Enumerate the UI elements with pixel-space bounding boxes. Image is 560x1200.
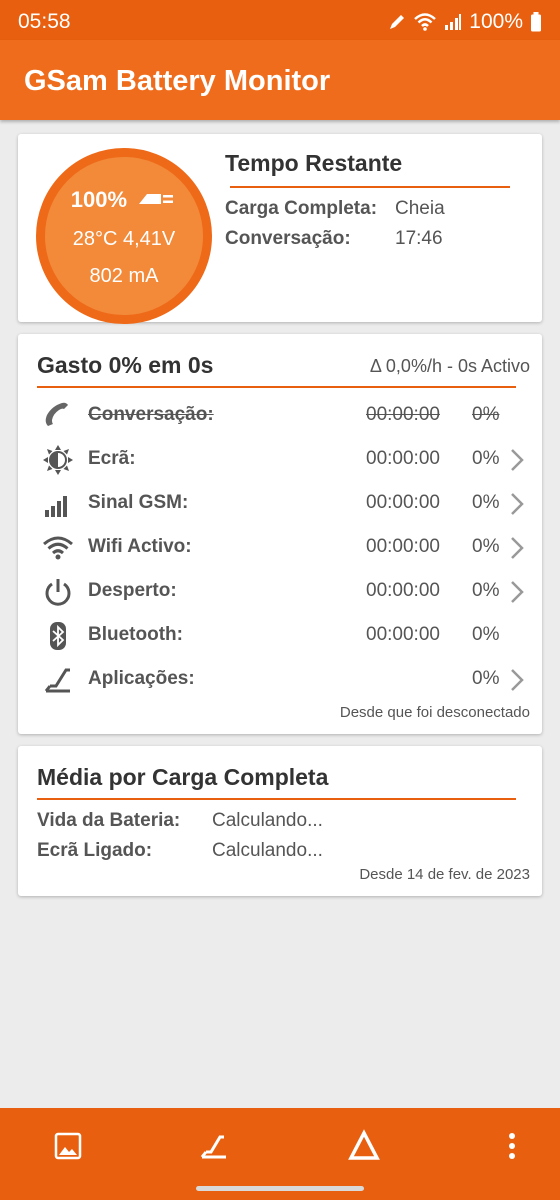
bluetooth-icon: [50, 622, 66, 650]
usage-row-label: Wifi Activo:: [88, 536, 192, 557]
average-footer: Desde 14 de fev. de 2023: [359, 866, 530, 883]
wifi-icon: [43, 536, 73, 560]
delta-icon[interactable]: [344, 1126, 384, 1166]
usage-title: Gasto 0% em 0s: [37, 352, 214, 378]
app-bar: GSam Battery Monitor: [0, 40, 560, 120]
cell-signal-icon: [445, 14, 462, 30]
usage-row-percent: 0%: [472, 668, 500, 689]
power-icon: [45, 579, 71, 606]
usage-row-awake[interactable]: Desperto: 00:00:00 0%: [18, 570, 542, 614]
usage-footer: Desde que foi desconectado: [339, 704, 530, 721]
battery-life-value: Calculando...: [212, 810, 323, 831]
chevron-right-icon[interactable]: [510, 536, 524, 560]
usage-row-time: 00:00:00: [366, 624, 440, 645]
usage-row-percent: 0%: [472, 580, 500, 601]
usage-row-time: 00:00:00: [366, 580, 440, 601]
usage-row-label: Bluetooth:: [88, 624, 183, 645]
plug-icon: [139, 194, 174, 204]
screen-on-label: Ecrã Ligado:: [37, 840, 153, 861]
time-remaining-heading: Tempo Restante: [225, 150, 403, 176]
usage-row-time: 00:00:00: [366, 448, 440, 469]
signal-bars-icon: [45, 496, 67, 517]
gesture-handle[interactable]: [196, 1186, 364, 1191]
talk-time-label: Conversação:: [225, 228, 351, 249]
wifi-status-icon: [414, 13, 437, 31]
usage-row-percent: 0%: [472, 492, 500, 513]
usage-row-time: 00:00:00: [366, 492, 440, 513]
usage-row-label: Aplicações:: [88, 668, 195, 689]
image-icon[interactable]: [48, 1126, 88, 1166]
usage-row-gsm[interactable]: Sinal GSM: 00:00:00 0%: [18, 482, 542, 526]
battery-icon: [531, 12, 541, 32]
usage-row-percent: 0%: [472, 448, 500, 469]
battery-current: 802 mA: [89, 265, 159, 287]
chevron-right-icon[interactable]: [510, 580, 524, 604]
status-icons: 100%: [388, 10, 542, 34]
usage-row-label: Conversação:: [88, 404, 214, 425]
usage-row-label: Ecrã:: [88, 448, 136, 469]
status-time: 05:58: [18, 10, 71, 33]
average-card: Média por Carga Completa Vida da Bateria…: [18, 746, 542, 896]
phone-icon: [45, 402, 68, 426]
battery-percent: 100%: [469, 10, 523, 33]
usage-card: Gasto 0% em 0s Δ 0,0%/h - 0s Activo Conv…: [18, 334, 542, 734]
pen-icon: [390, 15, 405, 29]
chevron-right-icon[interactable]: [510, 668, 524, 692]
battery-life-label: Vida da Bateria:: [37, 810, 181, 831]
usage-row-apps[interactable]: Aplicações: 0%: [18, 658, 542, 702]
battery-temp-voltage: 28°C 4,41V: [72, 228, 176, 250]
average-divider: [37, 798, 516, 800]
heading-divider: [230, 186, 510, 188]
chevron-right-icon[interactable]: [510, 448, 524, 472]
usage-row-talk: Conversação: 00:00:00 0%: [18, 394, 542, 438]
usage-row-percent: 0%: [472, 624, 500, 645]
full-charge-value: Cheia: [395, 198, 445, 219]
full-charge-label: Carga Completa:: [225, 198, 378, 219]
screen-on-value: Calculando...: [212, 840, 323, 861]
app-title: GSam Battery Monitor: [24, 65, 331, 97]
status-bar: 05:58 100%: [0, 0, 560, 40]
usage-row-percent: 0%: [472, 404, 500, 425]
usage-rate: Δ 0,0%/h - 0s Activo: [369, 356, 530, 376]
usage-row-wifi[interactable]: Wifi Activo: 00:00:00 0%: [18, 526, 542, 570]
usage-row-bluetooth: Bluetooth: 00:00:00 0%: [18, 614, 542, 658]
battery-gauge[interactable]: 100% 28°C 4,41V 802 mA: [36, 148, 212, 324]
average-title: Média por Carga Completa: [37, 764, 329, 790]
apps-icon: [44, 668, 70, 693]
talk-time-value: 17:46: [395, 228, 443, 249]
battery-card[interactable]: 100% 28°C 4,41V 802 mA Tempo Restante Ca…: [18, 134, 542, 324]
battery-gauge-top: 100%: [45, 187, 203, 213]
usage-row-time: 00:00:00: [366, 536, 440, 557]
usage-row-time: 00:00:00: [366, 404, 440, 425]
more-vert-icon[interactable]: [492, 1126, 532, 1166]
usage-row-label: Sinal GSM:: [88, 492, 189, 513]
usage-row-screen[interactable]: Ecrã: 00:00:00 0%: [18, 438, 542, 482]
brightness-icon: [43, 445, 73, 475]
usage-row-label: Desperto:: [88, 580, 177, 601]
apps-icon[interactable]: [194, 1126, 234, 1166]
chevron-right-icon[interactable]: [510, 492, 524, 516]
usage-row-percent: 0%: [472, 536, 500, 557]
usage-divider: [37, 386, 516, 388]
battery-level: 100%: [70, 187, 128, 212]
